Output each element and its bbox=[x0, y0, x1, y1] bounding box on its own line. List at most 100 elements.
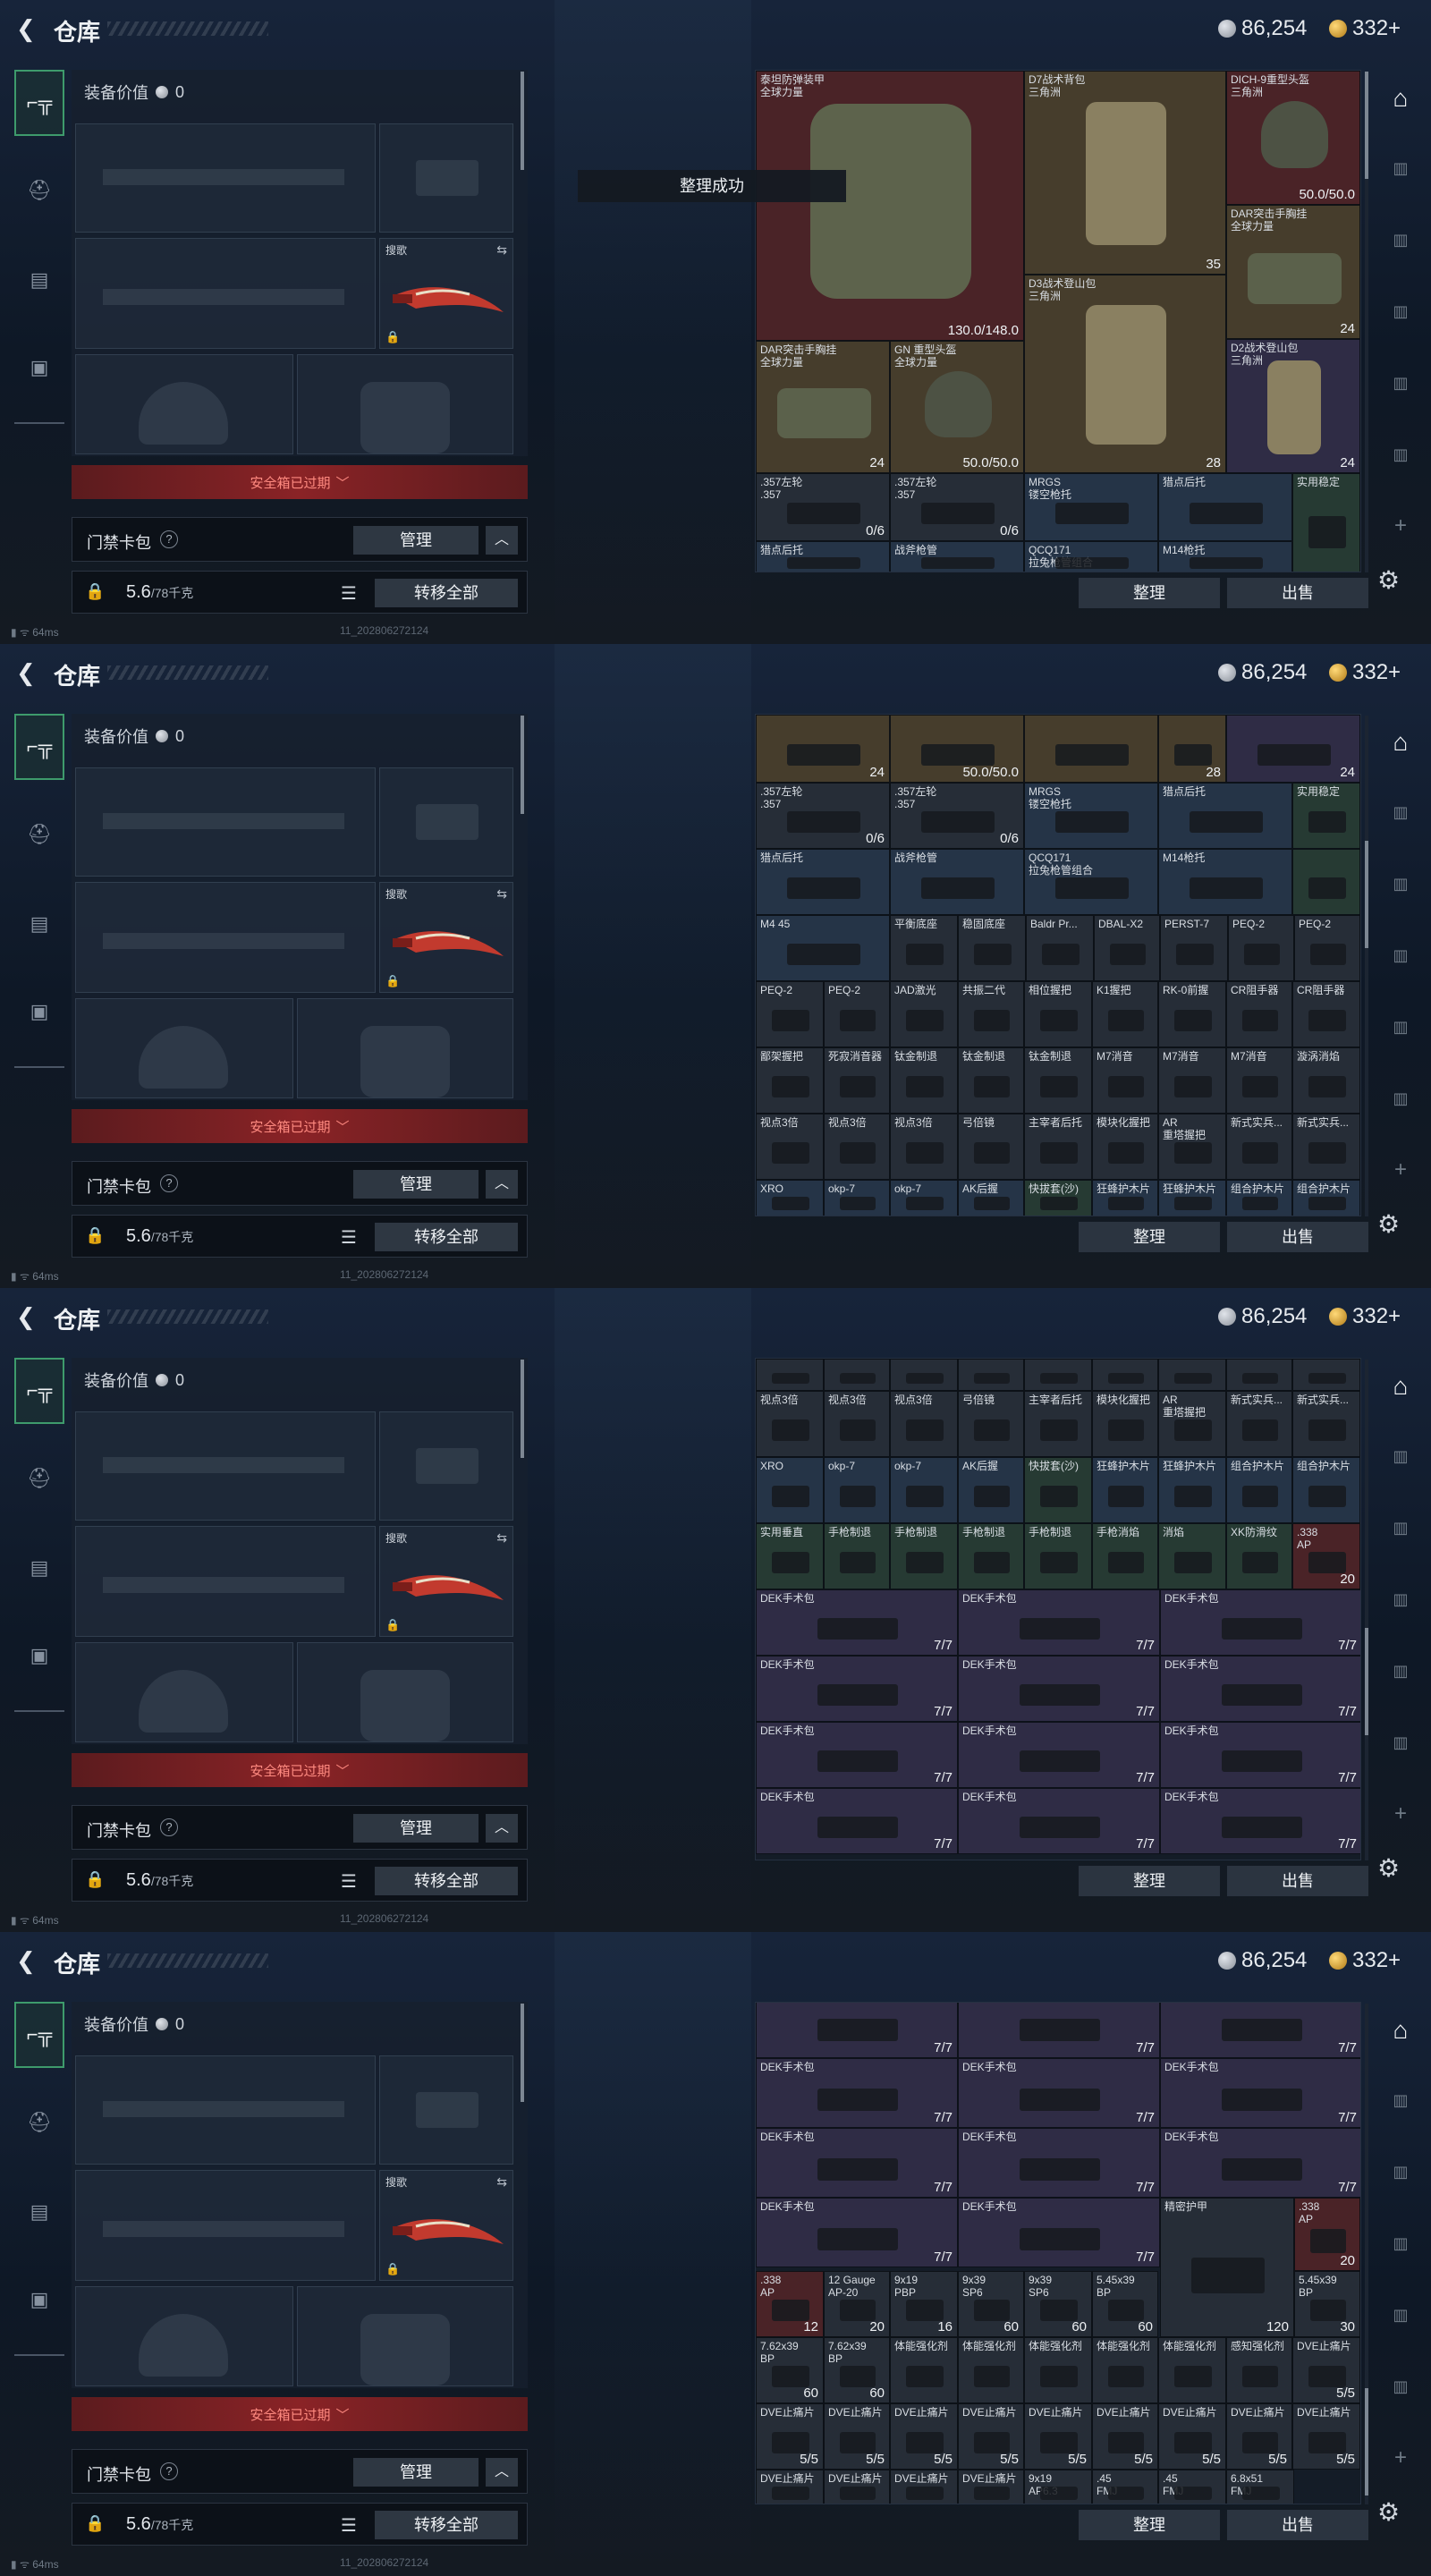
tab-4-icon[interactable]: ▥ bbox=[1383, 367, 1418, 399]
primary-weapon-slot[interactable] bbox=[75, 2055, 376, 2165]
tab-3-icon[interactable]: ▥ bbox=[1383, 295, 1418, 327]
chevron-up-icon[interactable]: ︿ bbox=[486, 1814, 518, 1843]
stash-item[interactable]: .338 AP 20 bbox=[1292, 1523, 1360, 1589]
stash-item[interactable]: DEK手术包 7/7 bbox=[1160, 1788, 1360, 1854]
stash-item[interactable]: K1握把 bbox=[1092, 981, 1158, 1047]
stash-item[interactable]: 体能强化剂 bbox=[1092, 2337, 1158, 2403]
stash-item[interactable]: 猎点后托 bbox=[1158, 473, 1292, 541]
stash-item[interactable]: DEK手术包 7/7 bbox=[756, 1589, 958, 1656]
gold-currency[interactable]: 332+ bbox=[1329, 16, 1401, 41]
stash-item[interactable]: 9x39 SP6 60 bbox=[1024, 2271, 1092, 2337]
home-icon[interactable]: ⌂ bbox=[1383, 726, 1418, 758]
transfer-all-button[interactable]: 转移全部 bbox=[375, 1223, 518, 1251]
transfer-all-button[interactable]: 转移全部 bbox=[375, 579, 518, 607]
list-icon[interactable]: ☰ bbox=[341, 1226, 357, 1249]
melee-slot[interactable]: 搜歌 ⇆ 🔒 bbox=[379, 238, 513, 349]
chevron-up-icon[interactable]: ︿ bbox=[486, 526, 518, 555]
stash-item[interactable]: 视点3倍 bbox=[756, 1114, 824, 1180]
armor-slot[interactable] bbox=[297, 1642, 513, 1742]
stash-item[interactable]: 战斧枪管 bbox=[890, 849, 1024, 915]
stash-item[interactable]: GN 重型头盔 全球力量 50.0/50.0 bbox=[890, 341, 1024, 473]
safebox-expired-banner[interactable]: 安全箱已过期 ﹀ bbox=[72, 1753, 528, 1787]
stash-item[interactable]: 钛金制退 bbox=[958, 1047, 1024, 1114]
stash-item[interactable]: QCQ171拉兔枪管组合 bbox=[1024, 849, 1158, 915]
stash-item[interactable]: PEQ-2 bbox=[756, 981, 824, 1047]
stash-item[interactable]: JAD激光 bbox=[890, 981, 958, 1047]
melee-slot[interactable]: 搜歌 ⇆ 🔒 bbox=[379, 1526, 513, 1637]
stash-scrollbar[interactable] bbox=[1365, 2004, 1368, 2504]
vest-icon[interactable]: ▤ bbox=[14, 1535, 64, 1601]
settings-icon[interactable]: ⚙ bbox=[1377, 1209, 1400, 1239]
stash-item[interactable]: okp-7 bbox=[824, 1457, 890, 1523]
stash-item[interactable]: 7.62x39 BP 60 bbox=[824, 2337, 890, 2403]
home-icon[interactable]: ⌂ bbox=[1383, 1370, 1418, 1402]
stash-item[interactable]: DEK手术包 7/7 bbox=[958, 1656, 1160, 1722]
loadout-scrollbar[interactable] bbox=[521, 716, 524, 814]
stash-item[interactable]: DVE止痛片 5/5 bbox=[1226, 2403, 1292, 2470]
stash-item[interactable]: DAR突击手胸挂 全球力量 24 bbox=[756, 341, 890, 473]
home-icon[interactable]: ⌂ bbox=[1383, 82, 1418, 114]
stash-item[interactable]: 组合护木片 bbox=[1292, 1457, 1360, 1523]
stash-item[interactable]: PEQ-2 bbox=[1294, 915, 1360, 981]
chevron-up-icon[interactable]: ︿ bbox=[486, 1170, 518, 1199]
stash-item[interactable]: DVE止痛片 5/5 bbox=[1158, 2403, 1226, 2470]
stash-item[interactable]: 新式实兵... bbox=[1292, 1114, 1360, 1180]
stash-item[interactable]: 战斧枪管 bbox=[890, 541, 1024, 572]
stash-item[interactable]: 手枪制退 bbox=[824, 1523, 890, 1589]
stash-item[interactable]: 9x39 SP6 60 bbox=[958, 2271, 1024, 2337]
swap-icon[interactable]: ⇆ bbox=[496, 242, 507, 258]
stash-item[interactable]: AK后握 bbox=[958, 1457, 1024, 1523]
stash-item[interactable]: 体能强化剂 bbox=[958, 2337, 1024, 2403]
sell-button[interactable]: 出售 bbox=[1227, 1866, 1368, 1896]
swap-icon[interactable]: ⇆ bbox=[496, 1530, 507, 1546]
stash-item[interactable]: .45 FMJ bbox=[1092, 2470, 1158, 2504]
stash-item[interactable]: AK后握 bbox=[958, 1180, 1024, 1216]
add-icon[interactable]: + bbox=[1383, 2442, 1418, 2474]
stash-item[interactable]: DEK手术包 7/7 bbox=[1160, 1656, 1360, 1722]
stash-item[interactable]: 组合护木片 bbox=[1226, 1180, 1292, 1216]
stash-item[interactable]: 狂蜂护木片 bbox=[1158, 1457, 1226, 1523]
gun-icon[interactable]: ⌐╦ bbox=[14, 1358, 64, 1424]
stash-item[interactable]: DEK手术包 7/7 bbox=[1160, 2058, 1360, 2128]
stash-item[interactable]: .338 AP 12 bbox=[756, 2271, 824, 2337]
helmet-slot[interactable] bbox=[75, 354, 293, 454]
stash-item[interactable]: 主宰者后托 bbox=[1024, 1391, 1092, 1457]
stash-item[interactable]: D7战术背包 三角洲 35 bbox=[1024, 71, 1226, 275]
safebox-expired-banner[interactable]: 安全箱已过期 ﹀ bbox=[72, 465, 528, 499]
stash-item[interactable]: AR 重塔握把 bbox=[1158, 1391, 1226, 1457]
loadout-scrollbar[interactable] bbox=[521, 72, 524, 170]
help-icon[interactable]: ? bbox=[160, 2462, 178, 2480]
case-icon[interactable]: ▣ bbox=[14, 335, 64, 401]
stash-item[interactable]: 平衡底座 bbox=[890, 915, 958, 981]
loadout-scrollbar[interactable] bbox=[521, 1360, 524, 1458]
stash-item[interactable]: .357左轮 .357 0/6 bbox=[890, 473, 1024, 541]
gun-icon[interactable]: ⌐╦ bbox=[14, 2002, 64, 2068]
stash-item[interactable]: 消焰 bbox=[1158, 1523, 1226, 1589]
stash-item[interactable] bbox=[1092, 1359, 1158, 1391]
pistol-slot[interactable] bbox=[379, 2055, 513, 2165]
stash-item[interactable]: 组合护木片 bbox=[1226, 1457, 1292, 1523]
stash-item[interactable]: M4 45 bbox=[756, 915, 890, 981]
stash-item[interactable]: 手枪制退 bbox=[890, 1523, 958, 1589]
stash-item[interactable]: 相位握把 bbox=[1024, 981, 1092, 1047]
stash-item[interactable]: D3战术登山包 三角洲 28 bbox=[1024, 275, 1226, 473]
stash-item[interactable] bbox=[824, 1359, 890, 1391]
stash-item[interactable]: DVE止痛片 5/5 bbox=[756, 2403, 824, 2470]
stash-scrollbar[interactable] bbox=[1365, 1360, 1368, 1860]
helmet-icon[interactable]: ⛑ bbox=[14, 801, 64, 868]
tab-2-icon[interactable]: ▥ bbox=[1383, 224, 1418, 256]
safebox-expired-banner[interactable]: 安全箱已过期 ﹀ bbox=[72, 1109, 528, 1143]
vest-icon[interactable]: ▤ bbox=[14, 2179, 64, 2245]
stash-item[interactable]: 5.45x39 BP 60 bbox=[1092, 2271, 1158, 2337]
pistol-slot[interactable] bbox=[379, 1411, 513, 1521]
stash-item[interactable]: 泰坦防弹装甲 全球力量 130.0/148.0 bbox=[756, 71, 1024, 341]
tab-5-icon[interactable]: ▥ bbox=[1383, 1082, 1418, 1114]
stash-item[interactable]: 钛金制退 bbox=[1024, 1047, 1092, 1114]
gold-currency[interactable]: 332+ bbox=[1329, 660, 1401, 685]
tab-3-icon[interactable]: ▥ bbox=[1383, 1583, 1418, 1615]
back-arrow-icon[interactable]: ❮ bbox=[16, 17, 38, 40]
stash-item[interactable]: PERST-7 bbox=[1160, 915, 1228, 981]
stash-item[interactable]: DVE止痛片 5/5 bbox=[1292, 2403, 1360, 2470]
sell-button[interactable]: 出售 bbox=[1227, 2510, 1368, 2540]
melee-slot[interactable]: 搜歌 ⇆ 🔒 bbox=[379, 2170, 513, 2281]
